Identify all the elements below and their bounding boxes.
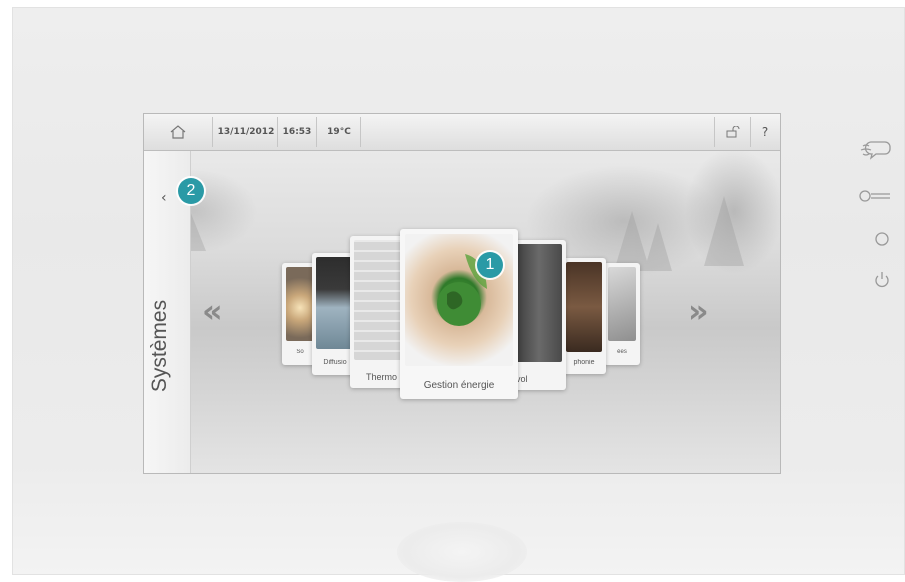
power-icon[interactable] [874, 271, 890, 293]
carousel-prev-button[interactable]: « [202, 292, 223, 330]
speech-icon[interactable] [857, 138, 891, 166]
key-icon[interactable] [858, 188, 892, 208]
callout-badge-1: 1 [477, 252, 503, 278]
lock-button[interactable] [718, 114, 748, 150]
circle-button-icon[interactable] [874, 231, 890, 251]
carousel-card-6[interactable]: ées [604, 263, 640, 365]
date-display: 13/11/2012 [217, 127, 275, 137]
home-button[interactable] [162, 114, 194, 150]
lock-icon [726, 126, 740, 138]
touch-screen: 13/11/2012 16:53 19°C ? ‹ Systèmes « » é… [143, 113, 781, 474]
time-display: 16:53 [282, 127, 312, 137]
carousel-card-4[interactable]: vol [512, 240, 566, 390]
carousel-next-button[interactable]: » [688, 292, 709, 330]
back-button[interactable]: ‹ [161, 190, 167, 206]
carousel-card-3-selected[interactable]: Gestion énergie [400, 229, 518, 399]
temperature-display: 19°C [327, 127, 351, 137]
page-title: Systèmes [148, 299, 171, 393]
home-icon [170, 125, 186, 139]
top-status-bar: 13/11/2012 16:53 19°C ? [144, 114, 780, 151]
card-label-selected: Gestion énergie [423, 380, 495, 391]
device-bottom-sensor [397, 522, 527, 582]
carousel-card-5[interactable]: phonie [562, 258, 606, 374]
callout-badge-2: 2 [178, 178, 204, 204]
help-button[interactable]: ? [752, 114, 778, 150]
